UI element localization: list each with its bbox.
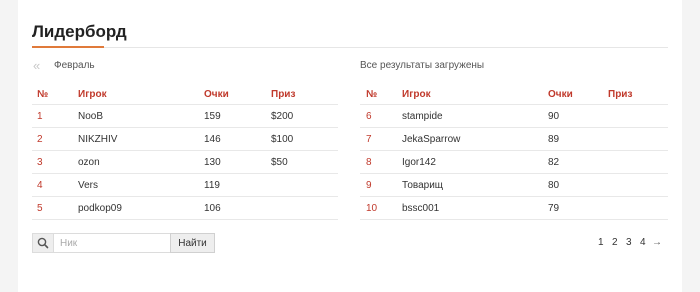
page-link-1[interactable]: 1 xyxy=(598,237,604,248)
table-row: 10 bssc001 79 xyxy=(360,197,668,220)
double-chevron-left-icon[interactable]: « xyxy=(33,58,40,73)
title-divider xyxy=(32,47,668,48)
player-cell: JekaSparrow xyxy=(402,134,461,145)
table-header-row: № Игрок Очки Приз xyxy=(32,84,338,105)
player-cell: stampide xyxy=(402,111,443,122)
rank-cell: 10 xyxy=(366,203,378,214)
player-cell: Igor142 xyxy=(402,157,436,168)
points-cell: 146 xyxy=(204,134,221,145)
rank-cell: 1 xyxy=(37,111,43,122)
points-cell: 90 xyxy=(548,111,560,122)
table-row: 6 stampide 90 xyxy=(360,105,668,128)
header-rank: № xyxy=(366,89,378,100)
points-cell: 79 xyxy=(548,203,560,214)
player-cell: Товарищ xyxy=(402,180,444,191)
table-row: 2 NIKZHIV 146 $100 xyxy=(32,128,338,151)
table-row: 1 NooB 159 $200 xyxy=(32,105,338,128)
player-cell: NIKZHIV xyxy=(78,134,118,145)
points-cell: 119 xyxy=(204,180,220,191)
rank-cell: 7 xyxy=(366,134,372,145)
points-cell: 159 xyxy=(204,111,221,122)
rank-cell: 9 xyxy=(366,180,372,191)
rank-cell: 5 xyxy=(37,203,43,214)
prize-cell: $50 xyxy=(271,157,288,168)
player-cell: podkop09 xyxy=(78,203,122,214)
search-button[interactable]: Найти xyxy=(170,233,215,253)
points-cell: 80 xyxy=(548,180,560,191)
month-label: Февраль xyxy=(54,60,95,71)
rank-cell: 4 xyxy=(37,180,43,191)
header-player: Игрок xyxy=(78,89,107,100)
table-row: 7 JekaSparrow 89 xyxy=(360,128,668,151)
points-cell: 106 xyxy=(204,203,221,214)
leaderboard-table-right: № Игрок Очки Приз 6 stampide 90 7 JekaSparro… xyxy=(360,84,668,220)
player-cell: bssc001 xyxy=(402,203,440,214)
rank-cell: 2 xyxy=(37,134,43,145)
table-row: 4 Vers 119 xyxy=(32,174,338,197)
title-underline xyxy=(32,46,104,48)
page-title: Лидерборд xyxy=(32,22,127,41)
rank-cell: 6 xyxy=(366,111,372,122)
prize-cell: $200 xyxy=(271,111,294,122)
nickname-search-input[interactable] xyxy=(53,233,176,253)
table-row: 8 Igor142 82 xyxy=(360,151,668,174)
table-row: 5 podkop09 106 xyxy=(32,197,338,220)
header-rank: № xyxy=(37,89,49,100)
page-link-3[interactable]: 3 xyxy=(626,237,632,248)
status-text: Все результаты загружены xyxy=(360,60,485,71)
points-cell: 89 xyxy=(548,134,560,145)
page-link-2[interactable]: 2 xyxy=(612,237,618,248)
search-icon xyxy=(32,233,53,253)
header-player: Игрок xyxy=(402,89,431,100)
header-prize: Приз xyxy=(608,89,633,100)
player-cell: NooB xyxy=(78,111,104,122)
player-cell: Vers xyxy=(78,180,99,191)
rank-cell: 8 xyxy=(366,157,372,168)
header-prize: Приз xyxy=(271,89,296,100)
points-cell: 82 xyxy=(548,157,560,168)
table-row: 3 ozon 130 $50 xyxy=(32,151,338,174)
header-points: Очки xyxy=(548,89,573,100)
page-link-4[interactable]: 4 xyxy=(640,237,646,248)
player-cell: ozon xyxy=(78,157,100,168)
arrow-right-icon[interactable]: → xyxy=(652,237,662,248)
table-header-row: № Игрок Очки Приз xyxy=(360,84,668,105)
table-row: 9 Товарищ 80 xyxy=(360,174,668,197)
header-points: Очки xyxy=(204,89,229,100)
rank-cell: 3 xyxy=(37,157,43,168)
points-cell: 130 xyxy=(204,157,221,168)
prize-cell: $100 xyxy=(271,134,294,145)
leaderboard-table-left: № Игрок Очки Приз 1 NooB 159 $200 2 NIKZHIV 14… xyxy=(32,84,338,220)
